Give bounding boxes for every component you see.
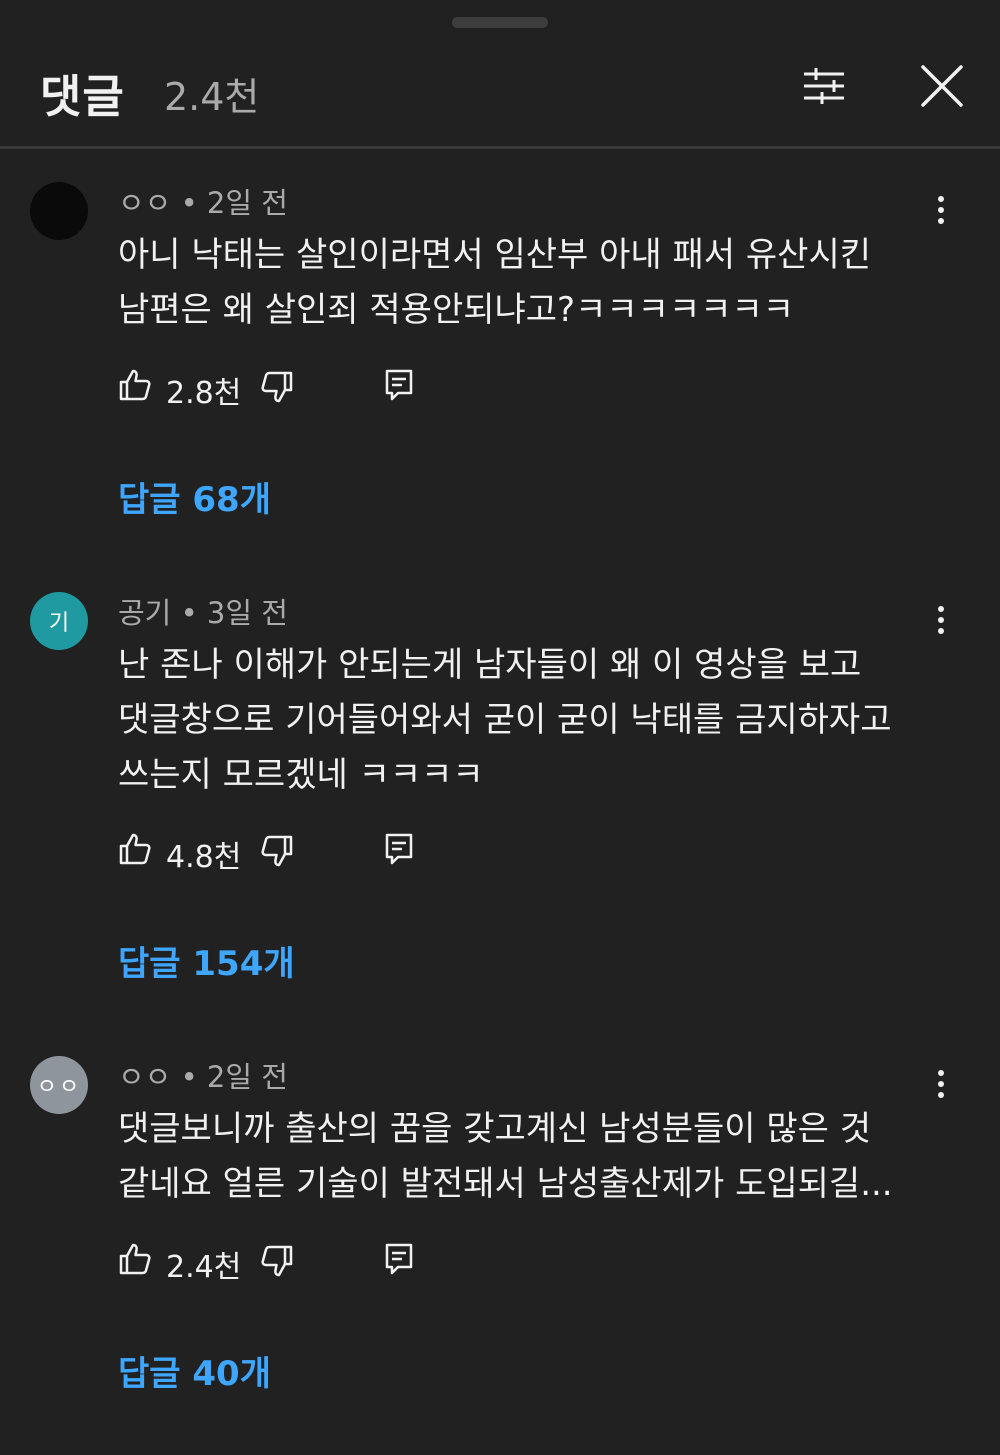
kebab-menu-icon	[938, 606, 944, 634]
like-count: 4.8천	[166, 840, 242, 875]
sort-filter-button[interactable]	[796, 62, 852, 110]
avatar[interactable]: 기	[30, 592, 88, 650]
comment-author[interactable]: ㅇㅇ	[118, 1060, 171, 1094]
close-button[interactable]	[912, 58, 972, 114]
kebab-menu-icon	[938, 196, 944, 224]
like-button[interactable]	[118, 832, 154, 868]
comment-meta: 공기 • 3일 전	[118, 590, 288, 632]
avatar[interactable]: ㅇㅇ	[30, 1056, 88, 1114]
dislike-button[interactable]	[260, 834, 296, 870]
comment-text: 난 존나 이해가 안되는게 남자들이 왜 이 영상을 보고 댓글창으로 기어들어…	[118, 645, 892, 795]
like-count: 2.4천	[166, 1250, 242, 1285]
like-button[interactable]	[118, 368, 154, 404]
comment-author[interactable]: 공기	[118, 596, 171, 630]
comment-text: 댓글보니까 출산의 꿈을 갖고계신 남성분들이 많은 것 같네요 얼른 기술이 …	[118, 1109, 893, 1204]
drag-handle[interactable]	[452, 17, 548, 28]
comment-menu-button[interactable]	[922, 1064, 960, 1104]
avatar[interactable]	[30, 182, 88, 240]
comment-meta: ㅇㅇ • 2일 전	[118, 1054, 288, 1096]
kebab-menu-icon	[938, 1070, 944, 1098]
reply-button[interactable]	[384, 368, 418, 404]
thumbs-up-icon	[119, 369, 151, 401]
comment-time: 2일 전	[206, 186, 288, 220]
meta-separator: •	[180, 1060, 207, 1094]
comments-count: 2.4천	[164, 75, 260, 119]
comments-title: 댓글	[40, 70, 125, 123]
reply-icon	[385, 369, 413, 401]
comment-author[interactable]: ㅇㅇ	[118, 186, 171, 220]
comment-time: 3일 전	[206, 596, 288, 630]
comment-menu-button[interactable]	[922, 190, 960, 230]
reply-button[interactable]	[384, 832, 418, 868]
filter-icon	[804, 68, 844, 104]
dislike-button[interactable]	[260, 370, 296, 406]
avatar-initials: ㅇㅇ	[36, 1075, 82, 1100]
view-replies-link[interactable]: 답글 40개	[118, 1346, 271, 1395]
reply-icon	[385, 833, 413, 865]
comments-sheet: 댓글 2.4천 ㅇㅇ • 2일 전 아니 낙태는 살인이라면서 임산부 아내 패…	[0, 0, 1000, 1455]
dislike-button[interactable]	[260, 1244, 296, 1280]
header-divider	[0, 146, 1000, 149]
comment-actions: 4.8천	[118, 830, 448, 875]
reply-icon	[385, 1243, 413, 1275]
avatar-initials: 기	[48, 611, 70, 636]
comment-text: 아니 낙태는 살인이라면서 임산부 아내 패서 유산시킨 남편은 왜 살인죄 적…	[118, 235, 872, 330]
thumbs-down-icon	[261, 1245, 293, 1277]
reply-button[interactable]	[384, 1242, 418, 1278]
comment-time: 2일 전	[206, 1060, 288, 1094]
comment-actions: 2.8천	[118, 366, 448, 411]
comment-menu-button[interactable]	[922, 600, 960, 640]
view-replies-link[interactable]: 답글 154개	[118, 936, 295, 985]
meta-separator: •	[180, 596, 207, 630]
meta-separator: •	[180, 186, 207, 220]
comment-meta: ㅇㅇ • 2일 전	[118, 180, 288, 222]
like-count: 2.8천	[166, 376, 242, 411]
comment-actions: 2.4천	[118, 1240, 448, 1285]
thumbs-down-icon	[261, 371, 293, 403]
comments-header: 댓글 2.4천	[0, 40, 1000, 146]
thumbs-up-icon	[119, 833, 151, 865]
thumbs-down-icon	[261, 835, 293, 867]
like-button[interactable]	[118, 1242, 154, 1278]
close-icon	[921, 65, 963, 107]
thumbs-up-icon	[119, 1243, 151, 1275]
view-replies-link[interactable]: 답글 68개	[118, 472, 271, 521]
